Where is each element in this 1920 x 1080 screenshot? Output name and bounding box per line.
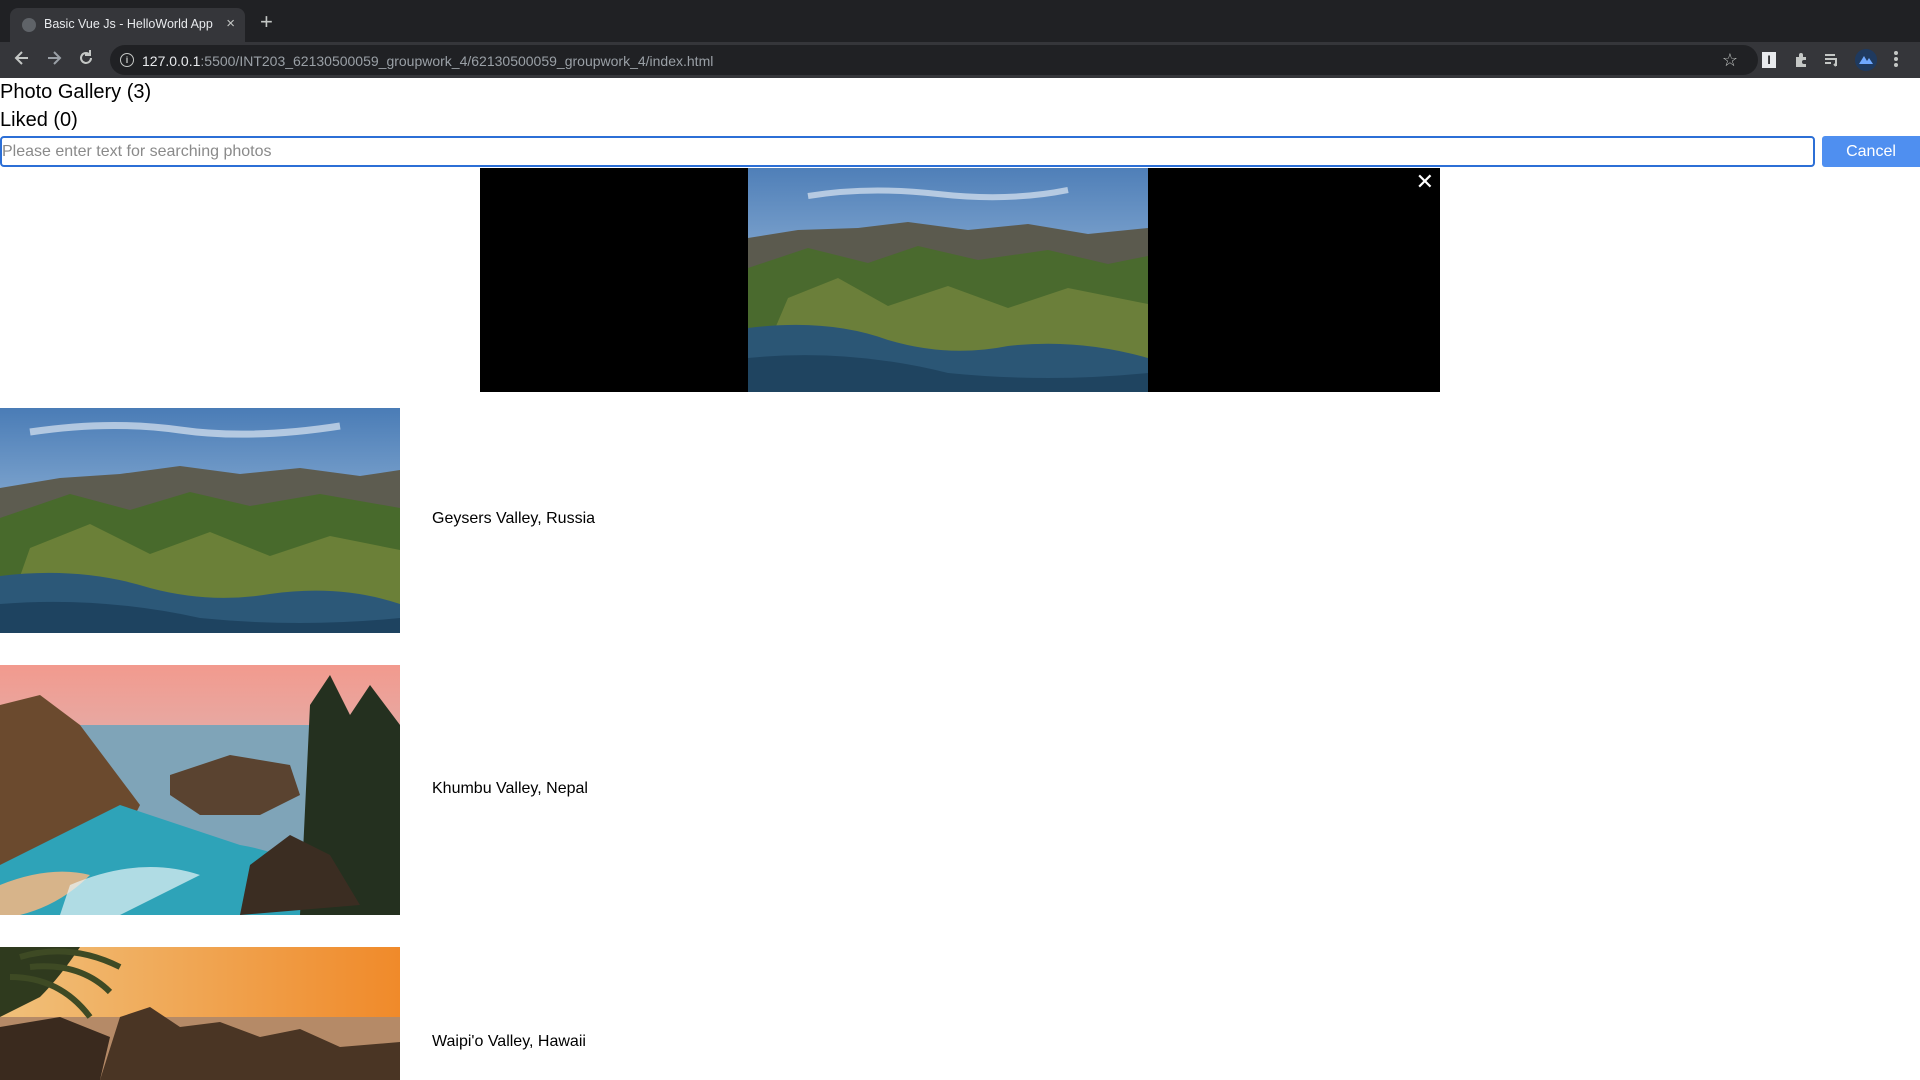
- list-item: Waipi'o Valley, Hawaii: [0, 947, 600, 1080]
- menu-icon[interactable]: [1894, 50, 1898, 68]
- photo-thumbnail[interactable]: [0, 947, 400, 1080]
- photo-caption: Geysers Valley, Russia: [432, 510, 596, 527]
- liked-heading[interactable]: Liked (0): [0, 109, 78, 132]
- new-tab-icon[interactable]: +: [260, 10, 273, 34]
- reload-icon[interactable]: [76, 48, 96, 68]
- photo-thumbnail[interactable]: [0, 408, 400, 633]
- list-item: Geysers Valley, Russia: [0, 408, 600, 634]
- gallery-heading: Photo Gallery (3): [0, 81, 152, 103]
- url-host: 127.0.0.1: [142, 53, 201, 69]
- info-icon[interactable]: i: [120, 53, 134, 67]
- forward-icon[interactable]: [44, 48, 64, 68]
- browser-tabbar: Basic Vue Js - HelloWorld App × +: [0, 0, 1920, 42]
- puzzle-icon[interactable]: [1793, 52, 1809, 68]
- search-input[interactable]: [0, 136, 1815, 167]
- viewer-photo: [748, 168, 1148, 392]
- avatar[interactable]: [1855, 49, 1877, 71]
- cancel-button[interactable]: Cancel: [1822, 136, 1920, 167]
- tab-title: Basic Vue Js - HelloWorld App: [44, 17, 213, 31]
- close-icon[interactable]: ✕: [1416, 170, 1434, 194]
- photo-caption: Khumbu Valley, Nepal: [432, 780, 588, 797]
- back-icon[interactable]: [12, 48, 32, 68]
- url-path: :5500/INT203_62130500059_groupwork_4/621…: [200, 53, 714, 69]
- page-content: Photo Gallery (3) Liked (0) Cancel ✕: [0, 78, 1920, 1080]
- reading-list-icon[interactable]: [1824, 52, 1840, 68]
- extension-icon[interactable]: I: [1762, 52, 1776, 68]
- photo-viewer: ✕: [480, 168, 1440, 392]
- url-text: 127.0.0.1:5500/INT203_62130500059_groupw…: [142, 53, 713, 69]
- list-item: Khumbu Valley, Nepal: [0, 665, 600, 915]
- globe-icon: [22, 18, 36, 32]
- browser-toolbar: i 127.0.0.1:5500/INT203_62130500059_grou…: [0, 42, 1920, 78]
- photo-caption: Waipi'o Valley, Hawaii: [432, 1033, 586, 1050]
- tab-close-icon[interactable]: ×: [226, 15, 235, 33]
- browser-tab[interactable]: Basic Vue Js - HelloWorld App ×: [10, 8, 245, 42]
- photo-thumbnail[interactable]: [0, 665, 400, 915]
- star-icon[interactable]: ☆: [1722, 50, 1738, 71]
- address-bar[interactable]: i 127.0.0.1:5500/INT203_62130500059_grou…: [110, 45, 1758, 75]
